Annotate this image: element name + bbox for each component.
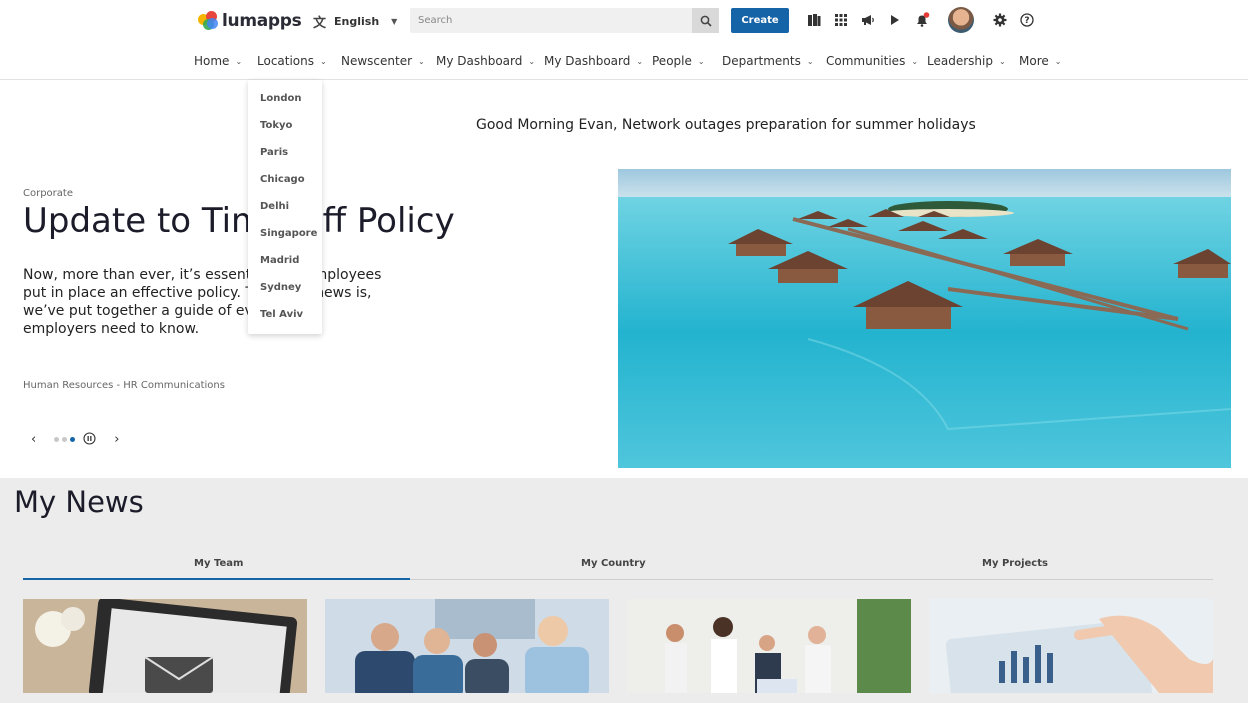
top-header: lumapps 文 English ▼ Create ? Home ⌄ Locat… <box>0 0 1248 80</box>
play-icon[interactable] <box>887 12 903 28</box>
article-byline: Human Resources - HR Communications <box>23 380 225 391</box>
translate-icon: 文 <box>313 16 327 31</box>
nav-label: Communities <box>826 54 906 68</box>
location-item-madrid[interactable]: Madrid <box>260 255 299 266</box>
nav-label: Newscenter <box>341 54 413 68</box>
megaphone-icon[interactable] <box>860 12 876 28</box>
location-item-tel-aviv[interactable]: Tel Aviv <box>260 309 303 320</box>
nav-label: Home <box>194 54 230 68</box>
pause-icon[interactable] <box>83 430 96 449</box>
carousel-dot[interactable] <box>62 437 68 442</box>
settings-icon[interactable] <box>992 12 1008 28</box>
chevron-left-icon[interactable]: ‹ <box>31 432 36 447</box>
chevron-down-icon: ⌄ <box>235 56 243 66</box>
chevron-down-icon: ⌄ <box>418 56 425 66</box>
language-label: English <box>334 15 380 28</box>
nav-home[interactable]: Home ⌄ <box>194 52 242 70</box>
chevron-down-icon: ⌄ <box>697 56 705 66</box>
article-category: Corporate <box>23 188 73 199</box>
lumapps-logo-icon <box>198 11 218 31</box>
chevron-down-icon: ⌄ <box>636 56 644 66</box>
logo[interactable]: lumapps <box>198 8 302 34</box>
location-item-singapore[interactable]: Singapore <box>260 228 317 239</box>
nav-label: Departments <box>722 54 801 68</box>
notifications-icon[interactable] <box>914 12 930 28</box>
nav-label: More <box>1019 54 1049 68</box>
chevron-down-icon: ⌄ <box>528 56 536 66</box>
locations-dropdown: London Tokyo Paris Chicago Delhi Singapo… <box>248 80 322 334</box>
caret-down-icon: ▼ <box>391 17 398 26</box>
carousel-dots <box>54 437 76 442</box>
nav-my-dashboard-2[interactable]: My Dashboard ⌄ <box>544 52 643 70</box>
nav-label: Leadership <box>927 54 993 68</box>
nav-communities[interactable]: Communities ⌄ <box>826 52 918 70</box>
apps-grid-icon[interactable] <box>833 12 849 28</box>
greeting-banner: Good Morning Evan, Network outages prepa… <box>476 117 976 133</box>
language-selector[interactable]: 文 English ▼ <box>313 12 397 31</box>
tab-my-country[interactable]: My Country <box>581 558 646 569</box>
nav-my-dashboard-1[interactable]: My Dashboard ⌄ <box>436 52 535 70</box>
nav-label: People <box>652 54 692 68</box>
nav-more[interactable]: More ⌄ <box>1019 52 1061 70</box>
location-item-chicago[interactable]: Chicago <box>260 174 305 185</box>
tab-active-indicator <box>23 578 410 580</box>
hero-image[interactable] <box>618 169 1231 468</box>
tab-my-projects[interactable]: My Projects <box>982 558 1048 569</box>
nav-label: My Dashboard <box>436 54 523 68</box>
nav-locations[interactable]: Locations ⌄ <box>257 52 327 70</box>
carousel-dot-active[interactable] <box>70 437 76 442</box>
chevron-right-icon[interactable]: › <box>114 432 119 447</box>
location-item-london[interactable]: London <box>260 93 302 104</box>
news-card-image[interactable] <box>627 599 911 693</box>
bookmarks-icon[interactable] <box>806 12 822 28</box>
article-excerpt: Now, more than ever, it’s essential that… <box>23 267 382 337</box>
nav-leadership[interactable]: Leadership ⌄ <box>927 52 1006 70</box>
create-button[interactable]: Create <box>731 8 789 33</box>
section-title: My News <box>14 485 144 519</box>
user-avatar[interactable] <box>948 7 974 33</box>
carousel-pager: ‹ › <box>31 430 119 449</box>
chevron-down-icon: ⌄ <box>320 56 327 66</box>
news-card-image[interactable] <box>929 599 1213 693</box>
nav-newscenter[interactable]: Newscenter ⌄ <box>341 52 425 70</box>
nav-departments[interactable]: Departments ⌄ <box>722 52 814 70</box>
chevron-down-icon: ⌄ <box>1054 56 1062 66</box>
location-item-tokyo[interactable]: Tokyo <box>260 120 292 131</box>
chevron-down-icon: ⌄ <box>911 56 919 66</box>
search-input[interactable] <box>410 8 680 33</box>
nav-label: Locations <box>257 54 315 68</box>
search-button[interactable] <box>692 8 719 33</box>
news-card-image[interactable] <box>325 599 609 693</box>
chevron-down-icon: ⌄ <box>806 56 814 66</box>
carousel-dot[interactable] <box>54 437 60 442</box>
svg-text:?: ? <box>1024 16 1029 26</box>
search-icon <box>700 15 712 27</box>
tab-my-team[interactable]: My Team <box>194 558 243 569</box>
location-item-paris[interactable]: Paris <box>260 147 288 158</box>
chevron-down-icon: ⌄ <box>998 56 1006 66</box>
logo-text: lumapps <box>222 11 302 31</box>
help-icon[interactable]: ? <box>1019 12 1035 28</box>
nav-label: My Dashboard <box>544 54 631 68</box>
nav-people[interactable]: People ⌄ <box>652 52 705 70</box>
location-item-delhi[interactable]: Delhi <box>260 201 289 212</box>
search-bar <box>410 8 719 33</box>
article-title[interactable]: Update to Time Off Policy <box>23 201 455 241</box>
news-card-image[interactable] <box>23 599 307 693</box>
location-item-sydney[interactable]: Sydney <box>260 282 301 293</box>
my-news-section: My News My Team My Country My Projects <box>0 478 1248 703</box>
